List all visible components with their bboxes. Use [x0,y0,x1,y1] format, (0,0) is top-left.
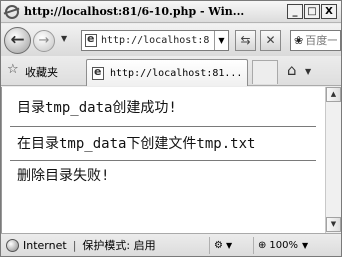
stop-button[interactable]: ✕ [260,30,281,51]
address-dropdown-icon[interactable]: ▼ [214,31,228,50]
tab-page-icon [92,65,104,80]
navigation-bar: ← → ▼ ▼ ⇆ ✕ ❀ [1,24,341,56]
ie-logo-icon [5,4,19,19]
tab-title: http://localhost:81... [110,67,240,79]
history-dropdown-icon[interactable]: ▼ [61,34,67,43]
security-status-cell[interactable]: ⚙ ▼ [209,237,251,254]
search-input[interactable] [305,34,338,47]
page-icon [85,32,97,47]
zoom-icon: ⊕ [258,240,267,251]
scroll-down-button[interactable]: ▼ [326,217,341,232]
baidu-paw-icon: ❀ [294,34,304,47]
zoom-control[interactable]: ⊕ 100% ▼ [253,237,337,254]
address-input[interactable] [101,35,217,46]
window-controls: _ □ X [287,4,337,19]
close-button[interactable]: X [321,4,337,19]
zoom-dropdown-icon: ▼ [301,241,309,250]
security-zone: Internet [23,238,67,252]
status-bar: Internet | 保护模式: 启用 ⚙ ▼ ⊕ 100% ▼ [1,233,341,256]
favorites-button[interactable]: 收藏夹 [25,64,58,80]
tab-current[interactable]: http://localhost:81... [86,59,248,86]
forward-button[interactable]: → [33,30,55,52]
favorites-star-icon[interactable]: ☆ [7,62,19,77]
page-content: 目录tmp_data创建成功! 在目录tmp_data下创建文件tmp.txt … [1,87,325,233]
search-box[interactable]: ❀ [290,30,341,51]
zoom-level: 100% [269,240,298,251]
globe-icon [6,238,19,252]
scroll-up-button[interactable]: ▲ [326,87,341,102]
security-dropdown-icon: ▼ [225,241,233,250]
title-bar[interactable]: http://localhost:81/6-10.php - Win... _ … [1,1,341,23]
output-line-3: 删除目录失败! [17,168,110,184]
vertical-scrollbar[interactable]: ▲ ▼ [325,87,341,233]
maximize-button[interactable]: □ [304,4,320,19]
back-button[interactable]: ← [4,27,31,54]
address-bar[interactable]: ▼ [81,30,229,51]
status-separator: | [72,238,77,252]
divider-1 [10,126,316,127]
protected-mode-status: 保护模式: 启用 [82,239,156,252]
favorites-bar: ☆ 收藏夹 http://localhost:81... ⌂ ▼ [1,56,341,86]
output-line-1: 目录tmp_data创建成功! [17,100,177,116]
output-line-2: 在目录tmp_data下创建文件tmp.txt [17,136,256,152]
home-dropdown-icon[interactable]: ▼ [305,67,311,76]
shield-icon: ⚙ [214,240,223,251]
divider-2 [10,160,316,161]
refresh-button[interactable]: ⇆ [235,30,256,51]
new-tab-button[interactable] [252,60,278,84]
home-icon[interactable]: ⌂ [287,61,297,79]
window-title: http://localhost:81/6-10.php - Win... [24,5,245,18]
minimize-button[interactable]: _ [287,4,303,19]
browser-window: http://localhost:81/6-10.php - Win... _ … [0,0,342,257]
